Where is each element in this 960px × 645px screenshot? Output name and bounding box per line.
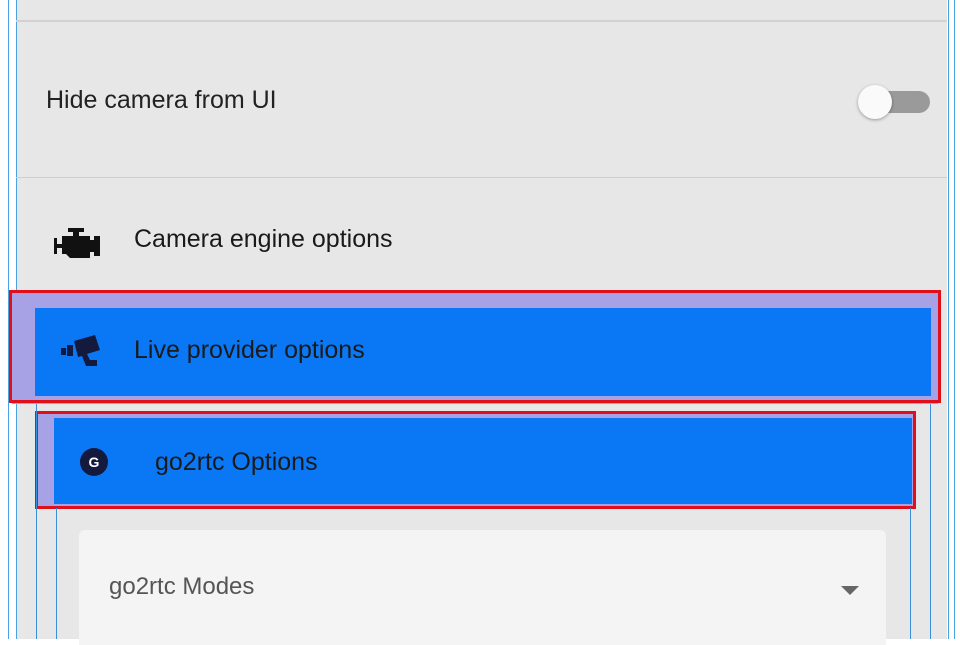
camera-engine-options-item[interactable]: Camera engine options xyxy=(16,200,947,280)
hide-camera-label: Hide camera from UI xyxy=(46,86,277,114)
toggle-thumb xyxy=(858,85,892,119)
selection-outline xyxy=(35,411,916,509)
guide-line xyxy=(948,0,949,639)
hide-camera-toggle[interactable] xyxy=(858,85,930,119)
guide-line xyxy=(954,0,955,639)
hide-camera-row: Hide camera from UI xyxy=(16,22,947,177)
chevron-down-icon[interactable] xyxy=(841,586,859,595)
go2rtc-modes-label: go2rtc Modes xyxy=(109,573,255,600)
guide-line xyxy=(930,404,931,639)
guide-line xyxy=(36,404,37,639)
go2rtc-modes-select[interactable]: go2rtc Modes xyxy=(79,530,886,645)
guide-line xyxy=(56,508,57,639)
engine-icon xyxy=(54,228,102,263)
guide-line xyxy=(910,508,911,639)
divider xyxy=(16,177,947,178)
selection-outline xyxy=(9,290,941,403)
camera-engine-options-label: Camera engine options xyxy=(134,225,393,253)
